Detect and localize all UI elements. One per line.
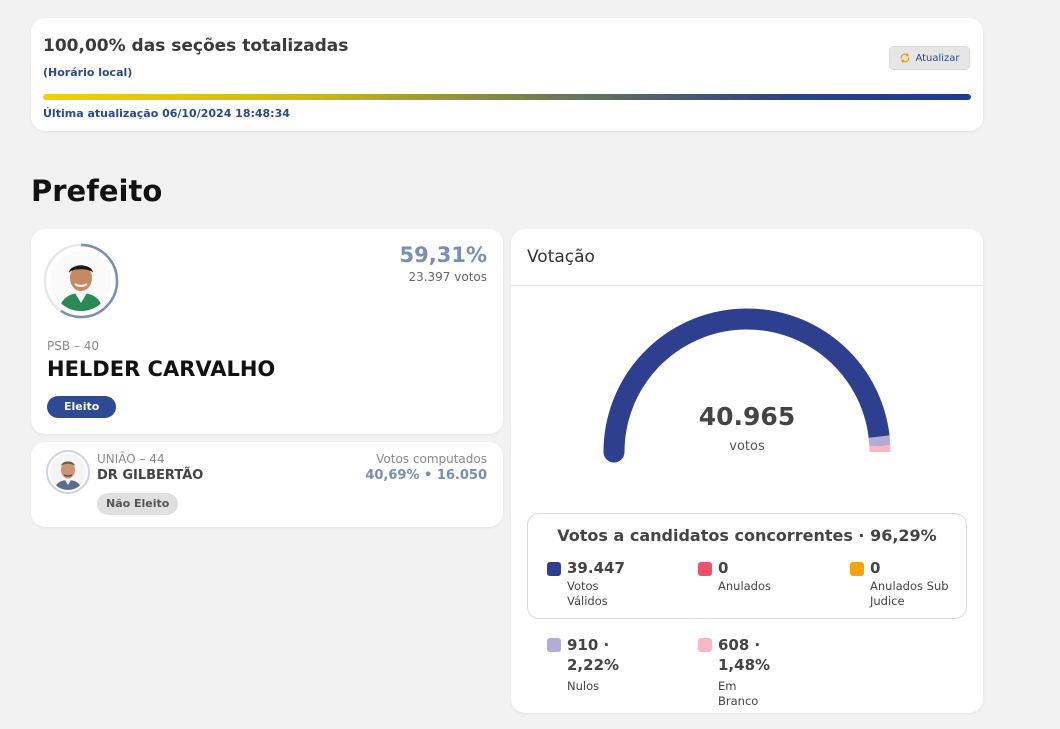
totalization-progress-fill [43, 94, 971, 100]
elected-badge: Eleito [47, 396, 117, 418]
total-votes-unit: votos [729, 439, 765, 454]
totalization-status-card: 100,00% das seções totalizadas (Horário … [31, 18, 983, 131]
candidate-photo [51, 251, 111, 311]
refresh-icon [901, 53, 910, 63]
legend-label: Anulados [718, 579, 772, 593]
candidate-name: HELDER CARVALHO [47, 357, 276, 381]
legend-label: Anulados Sub Judice [870, 579, 949, 608]
not-elected-badge: Não Eleito [97, 493, 179, 515]
refresh-label: Atualizar [915, 52, 960, 64]
total-votes: 40.965 [698, 402, 796, 431]
candidate-avatar [46, 450, 90, 494]
voting-summary-card: Votação 40.965 votos Votos a candidatos … [511, 229, 983, 713]
concorrentes-box: Votos a candidatos concorrentes · 96,29%… [527, 513, 967, 619]
candidate-photo [50, 454, 86, 490]
voting-summary-title: Votação [527, 247, 595, 267]
legend-swatch [547, 638, 561, 652]
candidate-name: DR GILBERTÃO [97, 468, 204, 483]
local-time-note: (Horário local) [43, 66, 133, 79]
candidate-avatar [43, 243, 119, 319]
legend-value: 910 · 2,22% [567, 636, 620, 674]
legend-label: Em Branco [718, 679, 759, 708]
section-title: Prefeito [31, 174, 163, 208]
legend-swatch [698, 638, 712, 652]
candidate-card-elected[interactable]: 59,31% 23.397 votos PSB – 40 HELDER CARV… [31, 229, 503, 434]
votes-computed-label: Votos computados [376, 452, 487, 466]
gauge-segment-validos [603, 308, 890, 463]
candidate-card-not-elected[interactable]: UNIÃO – 44 DR GILBERTÃO Votos computados… [31, 442, 503, 527]
candidate-party: PSB – 40 [47, 339, 99, 353]
legend-value: 608 · 1,48% [718, 636, 771, 674]
concorrentes-title: Votos a candidatos concorrentes · 96,29% [557, 526, 937, 545]
candidate-party: UNIÃO – 44 [97, 452, 165, 466]
legend-label: Votos Válidos [567, 579, 608, 608]
legend-value: 39.447 [567, 559, 625, 577]
candidate-stats: 40,69% • 16.050 [365, 468, 487, 483]
legend-value: 0 [718, 559, 729, 577]
totalization-progress-bar [43, 94, 971, 100]
totalization-title: 100,00% das seções totalizadas [43, 36, 349, 56]
legend-swatch [850, 562, 864, 576]
last-update-timestamp: Última atualização 06/10/2024 18:48:34 [43, 107, 290, 120]
voting-summary-header: Votação [511, 229, 983, 286]
legend-swatch [547, 562, 561, 576]
candidate-percent: 59,31% [399, 243, 487, 267]
legend-value: 0 [870, 559, 881, 577]
legend-label: Nulos [567, 679, 600, 693]
legend-swatch [698, 562, 712, 576]
candidate-votes: 23.397 votos [408, 270, 487, 284]
refresh-button[interactable]: Atualizar [889, 46, 970, 70]
